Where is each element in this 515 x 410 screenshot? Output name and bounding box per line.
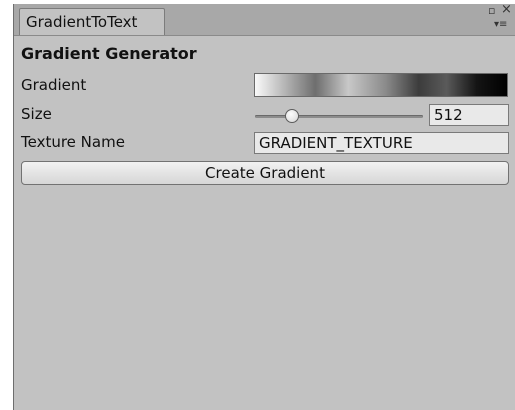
tab-gradient-to-text[interactable]: GradientToText (19, 8, 165, 35)
texture-name-input[interactable] (254, 132, 509, 154)
editor-window: GradientToText ▫ × ▾≡ Gradient Generator… (13, 3, 515, 410)
create-gradient-button[interactable]: Create Gradient (21, 161, 509, 185)
size-input[interactable] (429, 104, 509, 126)
close-icon[interactable]: × (501, 3, 512, 16)
size-label: Size (21, 105, 52, 123)
texture-name-label: Texture Name (21, 133, 125, 151)
tab-bar: GradientToText ▫ × ▾≡ (14, 3, 515, 36)
window-menu-icon[interactable]: ▾≡ (494, 19, 507, 30)
maximize-icon[interactable]: ▫ (488, 5, 495, 16)
gradient-field[interactable] (254, 73, 508, 97)
section-title: Gradient Generator (21, 44, 197, 63)
size-slider-thumb[interactable] (284, 109, 299, 123)
size-slider[interactable] (255, 115, 423, 118)
gradient-label: Gradient (21, 76, 87, 94)
